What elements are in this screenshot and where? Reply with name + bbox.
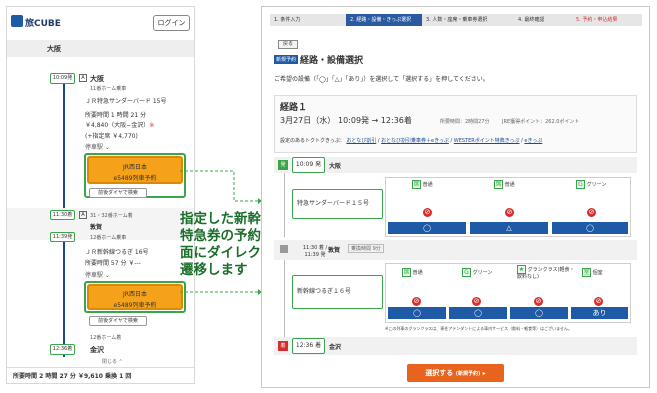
departure-station: 大阪 <box>329 163 342 170</box>
train1-class-1: 席 普通 <box>412 180 433 189</box>
departure-time: 10:09 発 <box>292 157 325 173</box>
green-car-icon: G <box>462 268 471 277</box>
train1-name: 特急サンダーバード１５号 <box>292 189 383 219</box>
private-room-icon: 室 <box>582 268 591 277</box>
train1-select-ordinary-1[interactable]: ◯ <box>388 222 466 234</box>
route-line-1 <box>284 173 285 237</box>
arrival-time-right: 12:36 着 <box>292 338 325 354</box>
route-date: 3月27日（水） <box>280 116 336 125</box>
train2-select-private[interactable]: あり <box>571 307 628 319</box>
step-5: 5. 予約・申込結果 <box>572 14 642 26</box>
route-times: 10:09発 → 12:36着 <box>338 116 412 125</box>
step-2-active: 2. 経路・設備・きっぷ選択 <box>346 14 422 26</box>
reserved-seat-icon: 席 <box>412 180 421 189</box>
back-button[interactable]: 戻る <box>278 40 298 49</box>
arrival-icon: 着 <box>278 341 288 351</box>
instruction-text: ご希望の設備（「◯」「△」「あり」）を選択して「選択する」を押してください。 <box>274 76 489 83</box>
transfer-station-right: 敦賀 <box>328 247 341 254</box>
select-button[interactable]: 選択する (新規予約) ▸ <box>407 364 504 382</box>
route-selection-panel: 1. 条件入力 2. 経路・設備・きっぷ選択 3. 人数・座席・乗車券選択 4.… <box>261 6 650 388</box>
step-4: 4. 最終確認 <box>514 14 572 26</box>
train2-class-3: ★ グランクラス(軽食・飲料なし) <box>517 265 575 280</box>
transfer-icon <box>280 245 288 253</box>
route-name: 経路１ <box>280 103 308 113</box>
route-line-2 <box>284 260 285 340</box>
no-smoking-icon: ⊘ <box>423 208 432 217</box>
gran-class-icon: ★ <box>517 265 526 274</box>
arrival-station-right: 金沢 <box>329 344 342 351</box>
reserved-seat-icon: 席 <box>402 268 411 277</box>
departure-icon: 発 <box>278 160 288 170</box>
no-smoking-icon: ⊘ <box>412 297 421 306</box>
transfer-times: 11:30 着 / 11:39 発 <box>302 245 328 258</box>
reserved-seat-icon: 席 <box>494 180 503 189</box>
no-smoking-icon: ⊘ <box>534 297 543 306</box>
no-smoking-icon: ⊘ <box>594 297 603 306</box>
train1-class-2: 席 普通 <box>494 180 515 189</box>
discount-tickets: 設定のあるトクトクきっぷ： おとなび割引 / おとなび割引乗車券＋eきっぷ / … <box>280 138 543 144</box>
transfer-tag: 乗換時間 9分 <box>348 244 384 253</box>
step-3: 3. 人数・座席・乗車券選択 <box>422 14 514 26</box>
ticket-link-otonabi[interactable]: おとなび割引 <box>346 138 376 144</box>
train2-select-ordinary[interactable]: ◯ <box>388 307 446 319</box>
no-smoking-icon: ⊘ <box>587 208 596 217</box>
train2-name: 新幹線つるぎ１６号 <box>292 275 383 309</box>
train1-select-ordinary-2[interactable]: △ <box>470 222 548 234</box>
granclass-note: ※この列車のグランクラスは、専任アテンダントによる車内サービス（飲料・軽食等）は… <box>385 326 573 331</box>
route-duration: 所要時間：2時間27分 <box>440 119 490 125</box>
train2-class-4: 室 個室 <box>582 268 603 277</box>
step-1: 1. 条件入力 <box>270 14 346 26</box>
green-car-icon: G <box>576 180 585 189</box>
train2-class-2: G グリーン <box>462 268 492 277</box>
no-smoking-icon: ⊘ <box>505 208 514 217</box>
ticket-link-otonabi-e[interactable]: おとなび割引乗車券＋eきっぷ <box>381 138 449 144</box>
train1-select-green[interactable]: ◯ <box>552 222 628 234</box>
train2-select-granclass[interactable]: ◯ <box>510 307 568 319</box>
ticket-link-e[interactable]: eきっぷ <box>524 138 542 144</box>
train2-class-1: 席 普通 <box>402 268 423 277</box>
ticket-link-wester[interactable]: WESTERポイント特典きっぷ <box>454 138 520 144</box>
new-reservation-badge: 新規予約 <box>274 55 299 64</box>
page-title: 経路・設備選択 <box>300 56 364 66</box>
route-points: JRE獲得ポイント：262.0ポイント <box>502 119 580 125</box>
train2-select-green[interactable]: ◯ <box>449 307 507 319</box>
no-smoking-icon: ⊘ <box>472 297 481 306</box>
arrow-upper <box>180 170 258 202</box>
train1-class-3: G グリーン <box>576 180 606 189</box>
